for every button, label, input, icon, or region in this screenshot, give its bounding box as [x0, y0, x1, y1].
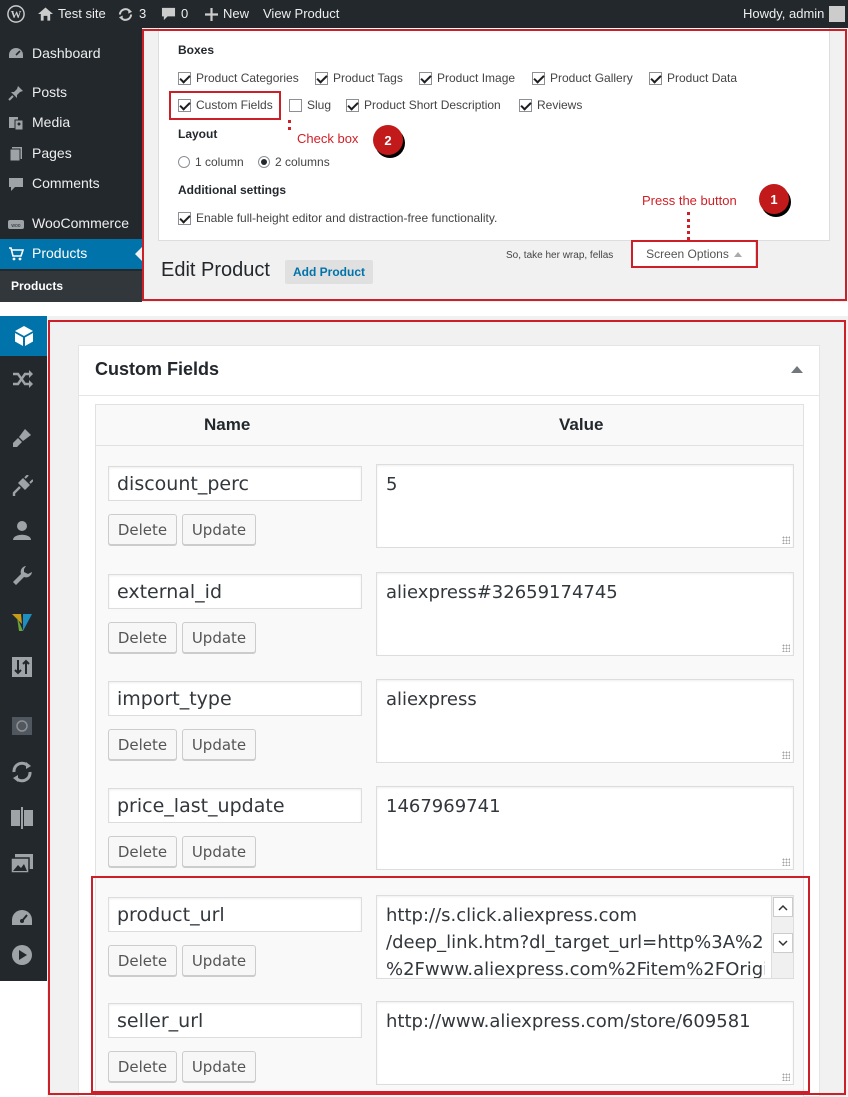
sidebar-item-comments[interactable]: Comments [0, 169, 142, 199]
plugin-icon[interactable] [10, 474, 34, 498]
sidebar-item-label: Pages [32, 145, 72, 161]
pin-icon [8, 86, 23, 101]
view-product-label: View Product [263, 6, 340, 21]
wordpress-icon[interactable]: W [7, 0, 25, 28]
step-number: 1 [770, 191, 778, 207]
sidebar-item-label: WooCommerce [32, 215, 129, 231]
camera-icon[interactable] [10, 714, 34, 738]
sidebar-item-woocommerce[interactable]: woo WooCommerce [0, 209, 142, 239]
dashboard-icon [9, 48, 23, 58]
svg-text:W: W [11, 9, 22, 21]
admin-sidebar: Dashboard Posts Media Pages Comments woo… [0, 28, 142, 302]
site-name-link[interactable]: Test site [38, 0, 106, 28]
visual-composer-icon[interactable] [10, 610, 34, 634]
cart-icon [9, 247, 24, 261]
woocommerce-icon: woo [8, 220, 24, 229]
annotation-step-1: 1 [759, 184, 789, 214]
sidebar-item-label: Posts [32, 84, 68, 100]
gallery-icon[interactable] [10, 852, 34, 876]
annotation-step-2: 2 [373, 125, 403, 155]
annotation-connector [288, 120, 291, 130]
comments-icon [9, 178, 23, 191]
step-number: 2 [384, 132, 392, 148]
howdy-label: Howdy, admin [743, 6, 825, 21]
sidebar-item-label: Dashboard [32, 45, 101, 61]
sidebar-item-label: Products [32, 245, 88, 261]
play-icon[interactable] [10, 943, 34, 967]
avatar [829, 6, 846, 22]
updates-icon [118, 7, 133, 21]
updates-link[interactable]: 3 [117, 0, 146, 28]
user-icon[interactable] [10, 518, 34, 542]
sidebar-item-dashboard[interactable]: Dashboard [0, 39, 142, 69]
svg-text:woo: woo [11, 223, 20, 229]
comments-link[interactable]: 0 [161, 0, 188, 28]
new-link[interactable]: New [205, 0, 249, 28]
sidebar-item-media[interactable]: Media [0, 108, 142, 138]
annotation-check-box: Check box [297, 131, 359, 146]
admin-bar: W Test site 3 0 New View Product Howdy, … [0, 0, 848, 28]
annotation-connector [687, 212, 690, 240]
sidebar-item-products[interactable]: Products [0, 239, 142, 269]
plus-icon [205, 7, 218, 21]
compare-icon[interactable] [10, 806, 34, 830]
wrench-icon[interactable] [10, 564, 34, 588]
sync-icon[interactable] [10, 760, 34, 784]
view-product-link[interactable]: View Product [263, 0, 339, 28]
home-icon [38, 7, 53, 21]
box-icon[interactable] [0, 316, 47, 356]
sidebar-item-label: Comments [32, 175, 100, 191]
submenu-label: Products [11, 279, 64, 293]
sidebar-item-label: Media [32, 114, 71, 130]
sidebar-item-posts[interactable]: Posts [0, 78, 142, 108]
submenu-item-products[interactable]: Products [0, 271, 142, 302]
annotation-press-button: Press the button [642, 193, 737, 208]
site-name: Test site [58, 6, 106, 21]
comments-count: 0 [181, 6, 189, 21]
highlight-frame-custom-fields [169, 91, 281, 120]
new-label: New [223, 6, 250, 21]
highlight-frame-url-rows [91, 876, 810, 1093]
gauge-icon[interactable] [10, 907, 34, 931]
sort-icon[interactable] [10, 655, 34, 679]
comment-icon [161, 7, 176, 21]
media-icon [9, 117, 24, 131]
pages-icon [9, 147, 22, 162]
account-menu[interactable]: Howdy, admin [743, 0, 846, 28]
admin-sidebar-collapsed [0, 316, 47, 981]
sidebar-item-pages[interactable]: Pages [0, 139, 142, 169]
highlight-frame-screen-options-button [631, 240, 758, 268]
updates-count: 3 [139, 6, 147, 21]
brush-icon[interactable] [10, 426, 34, 450]
shuffle-icon[interactable] [10, 367, 34, 391]
active-indicator [135, 247, 142, 261]
